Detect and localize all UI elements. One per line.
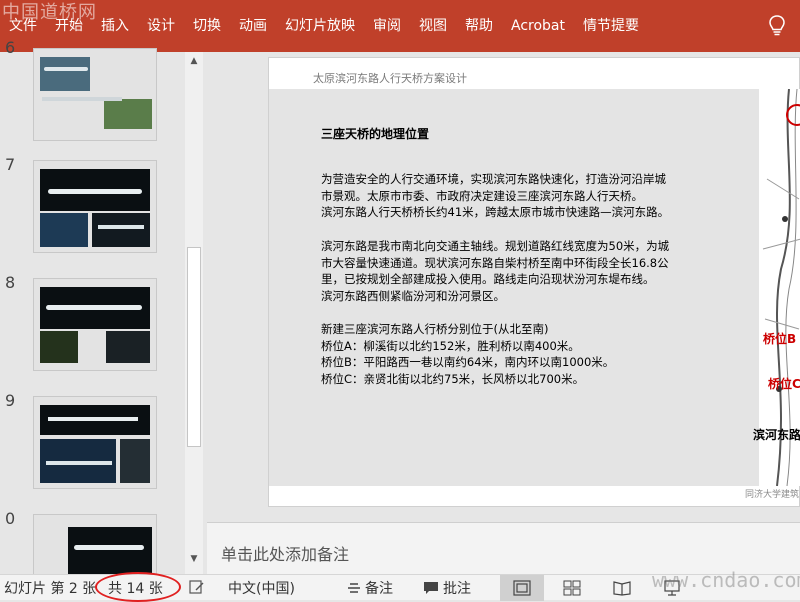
tab-review[interactable]: 审阅 xyxy=(364,0,410,52)
notes-pane[interactable]: 单击此处添加备注 xyxy=(207,522,800,574)
comment-icon xyxy=(424,582,438,594)
normal-view-icon xyxy=(513,580,531,596)
paragraph-1[interactable]: 为营造安全的人行交通环境，实现滨河东路快速化，打造汾河沿岸城 市景观。太原市市委… xyxy=(321,171,741,221)
tab-help[interactable]: 帮助 xyxy=(456,0,502,52)
language-indicator[interactable]: 中文(中国) xyxy=(228,578,295,598)
tab-insert[interactable]: 插入 xyxy=(92,0,138,52)
slideshow-button[interactable] xyxy=(650,575,694,601)
notes-placeholder[interactable]: 单击此处添加备注 xyxy=(221,541,349,565)
slide-header: 太原滨河东路人行天桥方案设计 xyxy=(313,72,467,85)
slide-thumbnail-7[interactable] xyxy=(33,160,157,253)
tab-home[interactable]: 开始 xyxy=(46,0,92,52)
tab-animations[interactable]: 动画 xyxy=(230,0,276,52)
thumb-number: 7 xyxy=(5,155,16,174)
slide-sorter-button[interactable] xyxy=(550,575,594,601)
map-label-bridge-b: 桥位B xyxy=(763,332,797,346)
thumbnail-scrollbar[interactable]: ▲ ▼ xyxy=(185,52,203,574)
thumb-number: 8 xyxy=(5,273,16,292)
slide-thumbnail-6[interactable] xyxy=(33,48,157,141)
scrollbar-thumb[interactable] xyxy=(187,247,201,447)
scroll-up-arrow-icon[interactable]: ▲ xyxy=(185,52,203,70)
spellcheck-icon[interactable] xyxy=(188,578,206,600)
notes-button[interactable]: 备注 xyxy=(347,578,393,598)
tab-view[interactable]: 视图 xyxy=(410,0,456,52)
tab-acrobat[interactable]: Acrobat xyxy=(502,0,574,52)
tab-storyboarding[interactable]: 情节提要 xyxy=(574,0,648,52)
tab-design[interactable]: 设计 xyxy=(138,0,184,52)
thumbnail-pane[interactable]: 6 7 8 9 0 xyxy=(0,38,207,574)
slideshow-icon xyxy=(664,580,680,596)
slide-thumbnail-9[interactable] xyxy=(33,396,157,489)
slide-footer: 同济大学建筑 xyxy=(744,490,799,500)
comments-button[interactable]: 批注 xyxy=(423,578,471,598)
slide-canvas[interactable]: 太原滨河东路人行天桥方案设计 三座天桥的地理位置 为营造安全的人行交通环境，实现… xyxy=(268,57,800,507)
lightbulb-icon[interactable] xyxy=(766,0,788,52)
slide-content[interactable]: 三座天桥的地理位置 为营造安全的人行交通环境，实现滨河东路快速化，打造汾河沿岸城… xyxy=(269,89,800,486)
slide-title[interactable]: 三座天桥的地理位置 xyxy=(321,125,429,142)
thumb-number: 0 xyxy=(5,509,16,528)
map-label-road: 滨河东路 xyxy=(753,428,800,442)
tab-slideshow[interactable]: 幻灯片放映 xyxy=(276,0,364,52)
reading-view-button[interactable] xyxy=(600,575,644,601)
slide-info: 幻灯片 第 2 张 xyxy=(4,581,97,597)
reading-view-icon xyxy=(613,581,631,596)
thumb-number: 6 xyxy=(5,38,16,57)
scroll-down-arrow-icon[interactable]: ▼ xyxy=(185,550,203,568)
slide-thumbnail-8[interactable] xyxy=(33,278,157,371)
paragraph-2[interactable]: 滨河东路是我市南北向交通主轴线。规划道路红线宽度为50米，为城 市大容量快速通道… xyxy=(321,238,741,304)
map-label-bridge-c: 桥位C xyxy=(768,377,800,391)
paragraph-3[interactable]: 新建三座滨河东路人行桥分别位于(从北至南) 桥位A：柳溪街以北约152米，胜利桥… xyxy=(321,321,741,387)
ribbon-tabs: 文件 开始 插入 设计 切换 动画 幻灯片放映 审阅 视图 帮助 Acrobat… xyxy=(0,0,800,52)
thumb-number: 9 xyxy=(5,391,16,410)
tab-transitions[interactable]: 切换 xyxy=(184,0,230,52)
slide-sorter-icon xyxy=(563,580,581,596)
slide-thumbnail-10[interactable] xyxy=(33,514,157,574)
normal-view-button[interactable] xyxy=(500,575,544,601)
slide-total: 共 14 张 xyxy=(108,581,163,597)
notes-icon xyxy=(348,583,360,593)
status-bar: 幻灯片 第 2 张 共 14 张 中文(中国) 备注 批注 xyxy=(0,574,800,601)
